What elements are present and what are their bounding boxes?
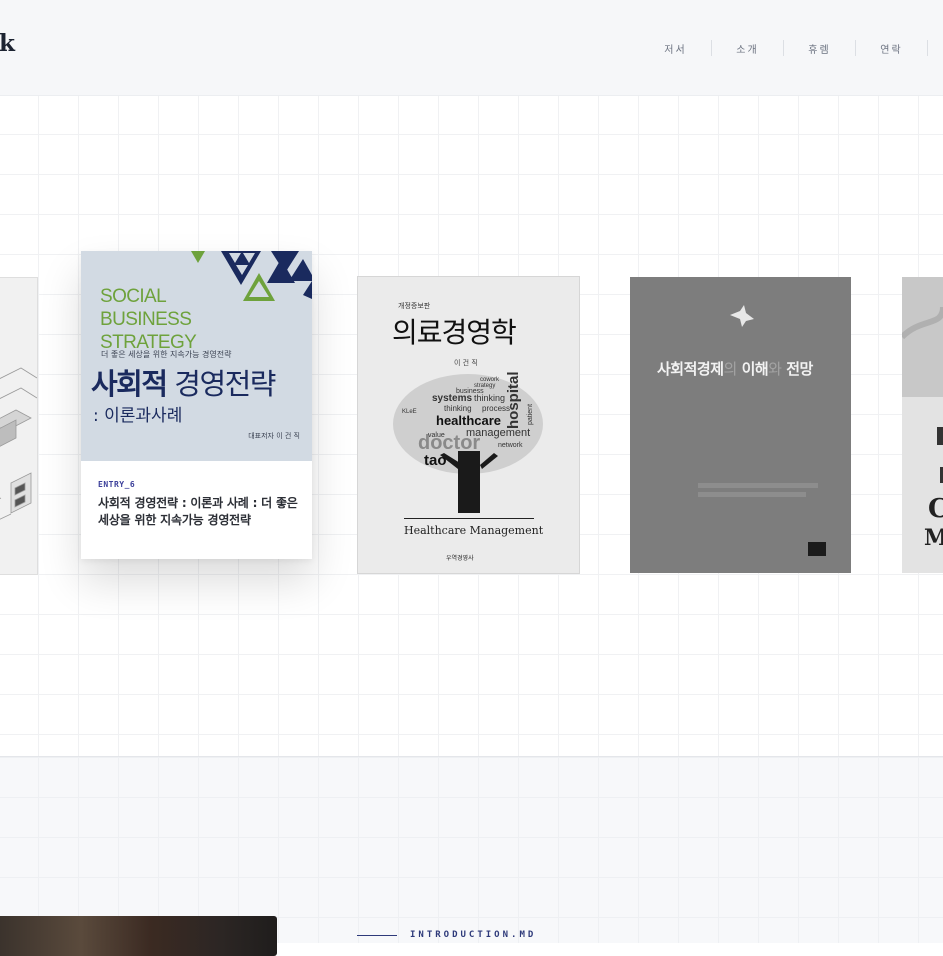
cover-author: 대표저자 이 건 직 — [248, 432, 300, 440]
book-cover-partial-left[interactable] — [0, 277, 38, 575]
cover-subtitle: 더 좋은 세상을 위한 지속가능 경영전략 — [101, 350, 232, 359]
introduction-section — [0, 756, 943, 943]
title-part-c: 이해 — [741, 360, 769, 378]
nav-divider — [927, 40, 928, 56]
title-part-d: 와 — [768, 360, 782, 378]
featured-book-cover: SOCIAL BUSINESS STRATEGY 더 좋은 세상을 위한 지속가… — [81, 251, 312, 461]
publisher-logo — [808, 542, 826, 556]
book-cover-partial-right[interactable]: C M — [902, 277, 943, 573]
book-cover-artwork: C M — [902, 277, 943, 573]
book-cover-title: 의료경영학 — [392, 316, 517, 349]
site-header: k 저서 소개 휴렘 연락 — [0, 0, 943, 96]
cover-korean-subtitle: : 이론과사례 — [93, 406, 183, 426]
intro-label-line — [357, 935, 397, 936]
intro-section-label: INTRODUCTION.MD — [410, 930, 537, 940]
book-title: 사회적 경영전략 : 이론과 사례 : 더 좋은 세상을 위한 지속가능 경영전… — [98, 496, 298, 527]
entry-label: ENTRY_6 — [98, 480, 136, 489]
word-thinking-2: thinking — [444, 404, 472, 413]
word-business: business — [456, 388, 484, 395]
tree-wordcloud-illustration: systems thinking thinking process health… — [393, 371, 543, 513]
word-network: network — [498, 442, 523, 449]
book-cover-title: 사회적경제의 이해와 전망 — [657, 358, 813, 379]
book-cover-authors — [698, 483, 818, 497]
word-hospital: hospital — [505, 371, 522, 429]
title-part-b: 의 — [723, 360, 738, 378]
word-tao: tao — [424, 452, 447, 469]
nav-item-books[interactable]: 저서 — [640, 41, 711, 56]
book-cover-healthcare-management[interactable]: 개정증보판 의료경영학 이 건 직 systems thinking think… — [358, 277, 579, 573]
book-cover-social-economy[interactable]: 사회적경제의 이해와 전망 — [630, 277, 851, 573]
isometric-illustration — [0, 367, 37, 520]
book-cover-author: 이 건 직 — [454, 359, 478, 367]
cover-korean-title: 사회적 경영전략 — [91, 361, 276, 403]
nav-item-about[interactable]: 소개 — [712, 41, 783, 56]
intro-thumbnail-image — [0, 916, 277, 956]
svg-text:M: M — [924, 525, 943, 551]
book-cover-english-title: Healthcare Management — [404, 524, 544, 537]
word-value: value — [428, 432, 445, 439]
cover-divider — [404, 518, 534, 519]
nav-item-rest[interactable]: 휴렘 — [784, 41, 855, 56]
word-klee: KLeE — [402, 409, 417, 415]
cover-korean-title-bold: 사회적 — [91, 367, 168, 401]
word-patient: patient — [527, 404, 534, 425]
main-nav: 저서 소개 휴렘 연락 — [640, 38, 928, 58]
featured-book-card[interactable]: SOCIAL BUSINESS STRATEGY 더 좋은 세상을 위한 지속가… — [81, 251, 312, 559]
title-part-a: 사회적경제 — [657, 360, 724, 378]
site-logo[interactable]: k — [0, 30, 15, 57]
edition-label: 개정증보판 — [398, 302, 431, 310]
word-healthcare: healthcare — [436, 413, 501, 428]
nav-item-contact[interactable]: 연락 — [856, 41, 927, 56]
svg-text:C: C — [928, 494, 943, 524]
bird-icon — [730, 305, 754, 327]
cover-english-title: SOCIAL BUSINESS STRATEGY — [100, 286, 197, 353]
cover-korean-title-rest: 경영전략 — [174, 367, 276, 401]
book-cover-publisher: 우역경영사 — [446, 555, 474, 562]
title-part-e: 전망 — [786, 360, 813, 378]
